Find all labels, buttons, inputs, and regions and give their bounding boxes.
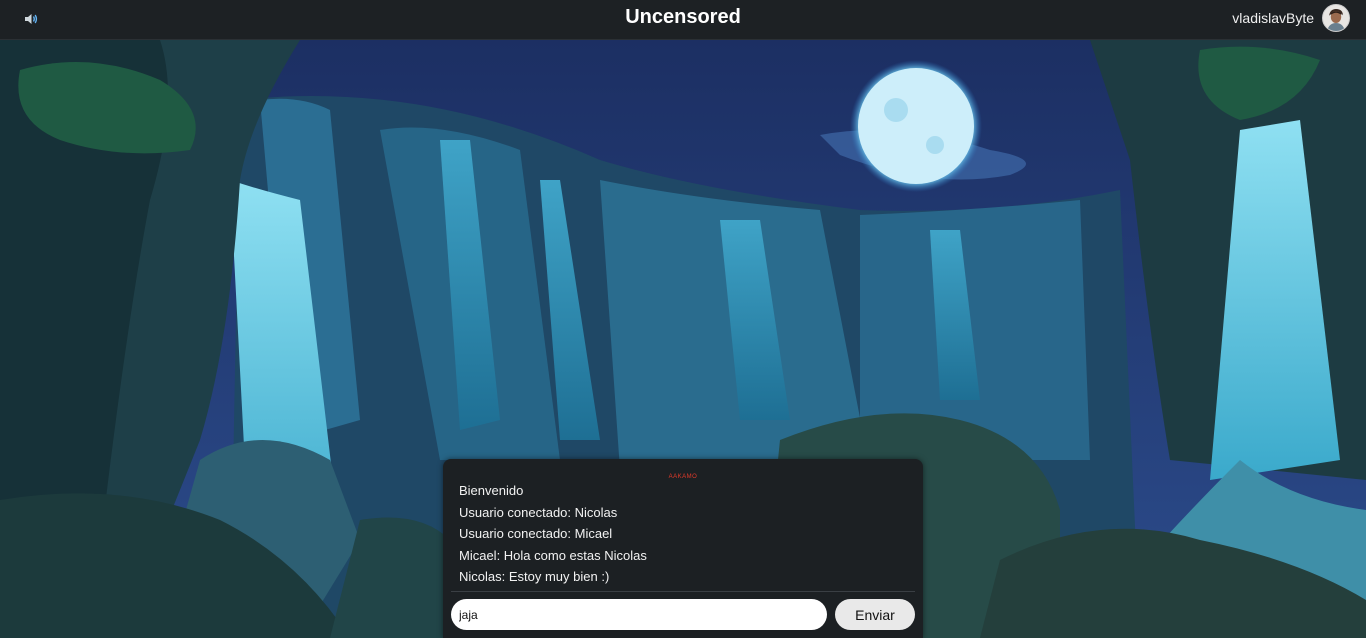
message-item: Usuario conectado: Micael xyxy=(459,526,613,542)
message-list: Bienvenido Usuario conectado: Nicolas Us… xyxy=(459,480,909,588)
message-item: Micael: Hola como estas Nicolas xyxy=(459,547,647,563)
username: vladislavByte xyxy=(1232,10,1314,26)
top-bar: Uncensored vladislavByte xyxy=(0,0,1366,40)
message-item: Nicolas: Estoy muy bien :) xyxy=(459,569,610,585)
message-input[interactable] xyxy=(451,599,827,630)
message-item: Usuario conectado: Nicolas xyxy=(459,504,618,520)
divider xyxy=(451,591,915,592)
message-item: Bienvenido xyxy=(459,483,524,498)
speaker-icon[interactable] xyxy=(22,10,40,28)
user-menu[interactable]: vladislavByte xyxy=(1232,4,1350,32)
send-button[interactable]: Enviar xyxy=(835,599,915,630)
avatar[interactable] xyxy=(1322,4,1350,32)
app-title: Uncensored xyxy=(625,6,741,28)
chat-panel: AAKAMO Bienvenido Usuario conectado: Nic… xyxy=(443,459,923,638)
